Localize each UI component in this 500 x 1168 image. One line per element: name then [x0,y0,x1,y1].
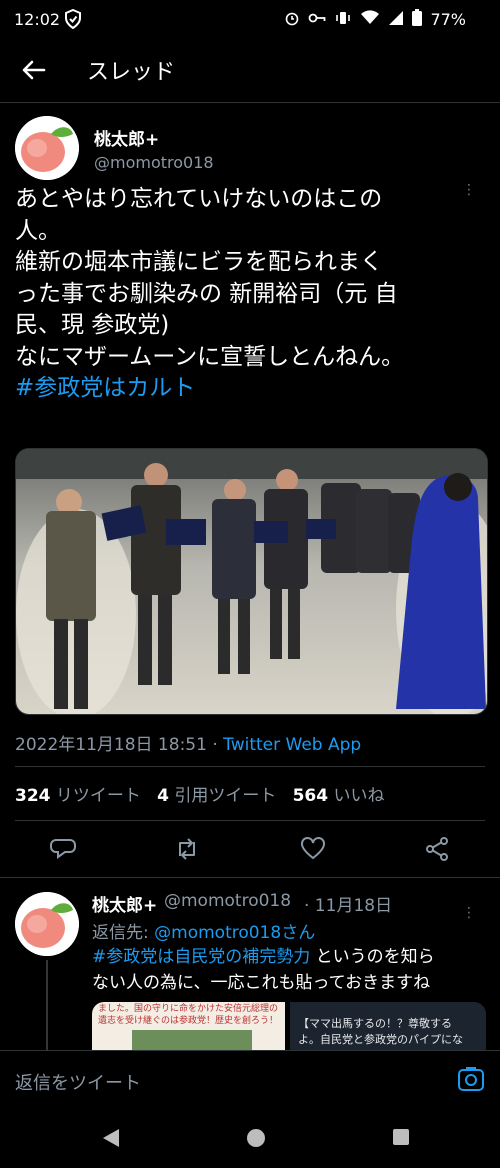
system-nav-bar [0,1106,500,1168]
tweet-line: あとやはり忘れていけないのはこの [15,186,383,212]
retweet-icon[interactable] [174,836,200,862]
reply-to-label: 返信先: [92,923,155,943]
tweet-datetime: 2022年11月18日 18:51 · [15,735,224,755]
tweet-client-link[interactable]: Twitter Web App [223,735,361,755]
reply-time[interactable]: · 11月18日 [304,891,392,916]
like-count[interactable]: 564 [293,786,329,806]
back-arrow-icon[interactable] [20,56,48,84]
alarm-icon [284,10,300,30]
tweet-author-handle[interactable]: @momotro018 [94,153,214,172]
divider [15,820,485,821]
retweet-label[interactable]: リツイート [51,786,141,806]
reply-to: 返信先: @momotro018さん [92,918,315,943]
reply-text: ない人の為に、一応これも貼っておきますね [92,973,431,993]
like-icon[interactable] [300,836,326,862]
vibrate-icon [334,10,352,30]
status-bar: 12:02 77% [0,0,500,38]
wifi-icon [360,9,380,30]
tweet-line: 民、現 参政党) [15,312,170,338]
tweet-photo[interactable] [15,448,488,715]
share-icon[interactable] [424,836,450,862]
tweet-line: 維新の堀本市議にビラを配られまく [15,249,383,275]
nav-recents-icon[interactable] [392,1128,410,1150]
tweet-timestamp: 2022年11月18日 18:51 · Twitter Web App [15,730,361,755]
hashtag-link[interactable]: #参政党はカルト [15,373,485,405]
tweet-actions [0,830,500,870]
nav-home-icon[interactable] [246,1128,266,1152]
app-header: スレッド [0,38,500,103]
tweet-stats: 324 リツイート 4 引用ツイート 564 いいね [15,781,385,806]
avatar[interactable] [15,116,79,180]
tweet-author-name[interactable]: 桃太郎+ [94,125,159,150]
peach-icon [15,892,79,956]
reply-to-handle[interactable]: @momotro018さん [154,923,315,943]
signal-icon [388,10,404,30]
reply-text: というのを知ら [310,947,435,967]
tweet-line: なにマザームーンに宣誓しとんねん。 [15,343,405,370]
status-icons: 77% [284,9,466,30]
peach-icon [15,116,79,180]
reply-author-name[interactable]: 桃太郎+ [92,891,157,916]
reply-input-placeholder[interactable]: 返信をツイート [15,1069,141,1095]
reply-image-right-text: 【ママ出馬するの！？尊敬する [298,1017,452,1030]
nav-back-icon[interactable] [102,1128,120,1152]
battery-icon [412,9,423,30]
reply-author-handle[interactable]: @momotro018 [164,891,291,911]
avatar[interactable] [15,892,79,956]
more-options-icon[interactable]: ⋮ [462,905,476,921]
reply-composer[interactable]: 返信をツイート [0,1050,500,1107]
thread-line [46,960,48,1050]
page-title: スレッド [87,60,176,85]
shield-icon [64,8,82,33]
image-icon[interactable] [458,1067,484,1091]
reply-icon[interactable] [50,836,76,862]
quote-count[interactable]: 4 [157,786,169,806]
like-label[interactable]: いいね [328,786,384,806]
reply-body: #参政党は自民党の補完勢力 というのを知ら ない人の為に、一応これも貼っておきま… [92,944,482,996]
reply-media[interactable]: ました。国の守りに命をかけた安倍元総理の遺志を受け継ぐのは参政党！歴史を創ろう！… [92,1002,486,1050]
tweet-line: 人。 [15,217,61,244]
key-icon [308,10,326,30]
tweet-line: った事でお馴染みの 新開裕司（元 自 [15,280,398,307]
battery-percent: 77% [430,10,466,29]
reply-image-left-text: ました。国の守りに命をかけた安倍元総理の遺志を受け継ぐのは参政党！歴史を創ろう！ [98,1004,279,1026]
retweet-count[interactable]: 324 [15,786,51,806]
divider [0,877,500,878]
status-time: 12:02 [14,10,61,29]
reply-image-left[interactable]: ました。国の守りに命をかけた安倍元総理の遺志を受け継ぐのは参政党！歴史を創ろう！ [92,1002,285,1050]
reply-image-right-text: よ。自民党と参政党のパイプにな [298,1033,463,1046]
divider [15,766,485,767]
tweet-body: あとやはり忘れていけないのはこの 人。 維新の堀本市議にビラを配られまく った事… [15,184,485,405]
hashtag-link[interactable]: #参政党は自民党の補完勢力 [92,947,310,967]
reply-image-right[interactable]: 【ママ出馬するの！？尊敬する よ。自民党と参政党のパイプにな [290,1002,486,1050]
quote-label[interactable]: 引用ツイート [169,786,276,806]
